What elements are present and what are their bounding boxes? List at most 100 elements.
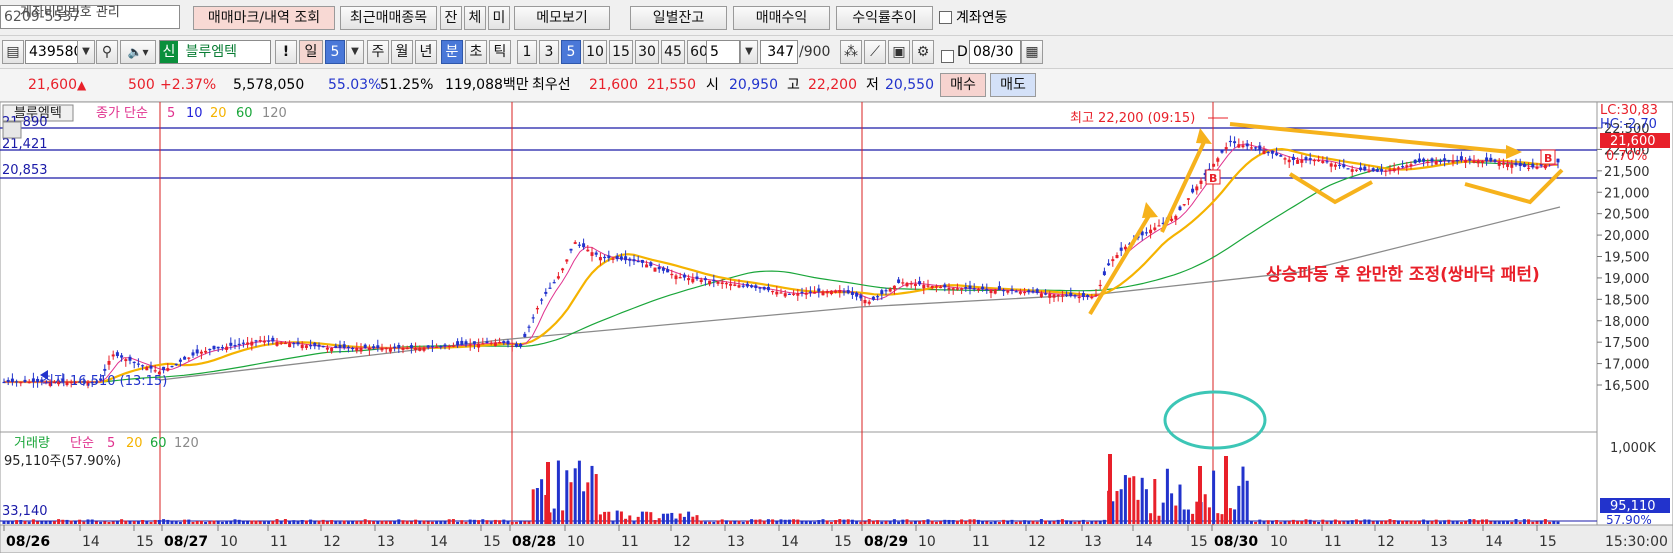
period-value[interactable]: 5 bbox=[325, 40, 345, 64]
period-year-button[interactable]: 년 bbox=[415, 40, 437, 64]
volume-bar bbox=[380, 520, 384, 524]
period-month-button[interactable]: 월 bbox=[391, 40, 413, 64]
bar-total: /900 bbox=[799, 44, 831, 60]
candle-body bbox=[720, 282, 724, 284]
calendar-icon[interactable]: ▦ bbox=[1021, 40, 1043, 64]
candle-body bbox=[1052, 294, 1056, 298]
volume-spike bbox=[1224, 456, 1228, 524]
candle-body bbox=[1228, 140, 1232, 143]
ma-period-label: 120 bbox=[262, 106, 287, 121]
candle-body bbox=[808, 291, 812, 293]
candle-body bbox=[1535, 166, 1539, 169]
candle-body bbox=[1468, 158, 1472, 161]
period-minute-button[interactable]: 분 bbox=[441, 40, 463, 64]
volume-bar bbox=[187, 519, 191, 524]
volume-bar bbox=[145, 520, 149, 524]
bar-count-field[interactable]: 347 bbox=[760, 40, 798, 64]
sound-dropdown-icon[interactable]: 🔈▾ bbox=[120, 40, 156, 64]
volume-bar bbox=[61, 519, 65, 524]
tools-icon[interactable]: ⁂ bbox=[840, 40, 862, 64]
volume-bar bbox=[1392, 520, 1396, 524]
candle-body bbox=[15, 381, 19, 383]
candle-body bbox=[1359, 167, 1363, 171]
volume-bar bbox=[157, 519, 161, 524]
volume-bar bbox=[359, 521, 363, 524]
period-day-button[interactable]: 일 bbox=[299, 40, 323, 64]
candle-body bbox=[178, 359, 182, 362]
volume-bar bbox=[556, 460, 560, 524]
daily-balance-button[interactable]: 일별잔고 bbox=[630, 6, 727, 30]
minute-button-15[interactable]: 15 bbox=[609, 40, 633, 64]
account-link-checkbox[interactable] bbox=[939, 11, 952, 24]
candle-body bbox=[682, 274, 686, 278]
tab-che[interactable]: 체 bbox=[464, 6, 486, 30]
candle-body bbox=[23, 379, 27, 382]
time-label: 13 bbox=[1084, 534, 1102, 550]
layout-icon[interactable]: ▤ bbox=[2, 40, 24, 64]
candle-body bbox=[594, 252, 598, 255]
password-manage-link[interactable]: 계좌비밀번호 관리 bbox=[20, 1, 120, 25]
period-tick-button[interactable]: 틱 bbox=[489, 40, 511, 64]
count-field[interactable]: 5 bbox=[706, 40, 740, 64]
sell-button[interactable]: 매도 bbox=[990, 73, 1036, 97]
tab-mi[interactable]: 미 bbox=[488, 6, 510, 30]
save-icon[interactable]: ▣ bbox=[888, 40, 910, 64]
memo-view-button[interactable]: 메모보기 bbox=[514, 6, 610, 30]
period-dropdown-icon[interactable]: ▼ bbox=[346, 40, 364, 64]
period-second-button[interactable]: 초 bbox=[465, 40, 487, 64]
minute-button-30[interactable]: 30 bbox=[635, 40, 659, 64]
candle-body bbox=[1312, 160, 1316, 162]
search-icon[interactable]: ⚲ bbox=[96, 40, 118, 64]
minute-button-3[interactable]: 3 bbox=[539, 40, 559, 64]
volume-bar bbox=[1426, 521, 1430, 524]
volume-bar bbox=[460, 520, 464, 524]
minute-button-1[interactable]: 1 bbox=[517, 40, 537, 64]
ma-period-label: 60 bbox=[236, 106, 253, 121]
volume-bar bbox=[838, 519, 842, 524]
draw-line-icon[interactable]: ⟋ bbox=[864, 40, 886, 64]
trade-profit-button[interactable]: 매매수익 bbox=[733, 6, 830, 30]
candle-body bbox=[1417, 158, 1421, 163]
candle-body bbox=[611, 258, 615, 260]
minute-button-45[interactable]: 45 bbox=[661, 40, 685, 64]
time-label: 12 bbox=[323, 534, 341, 550]
trade-mark-history-button[interactable]: 매매마크/내역 조회 bbox=[193, 6, 335, 30]
volume-bar bbox=[754, 519, 758, 524]
buy-button[interactable]: 매수 bbox=[940, 73, 986, 97]
volume-bar bbox=[1388, 519, 1392, 524]
candle-body bbox=[393, 346, 397, 348]
return-trend-button[interactable]: 수익률추이 bbox=[836, 6, 933, 30]
date-field[interactable]: 08/30 bbox=[969, 40, 1021, 64]
d-checkbox[interactable] bbox=[941, 50, 954, 63]
candle-body bbox=[527, 326, 531, 328]
candle-body bbox=[628, 258, 632, 261]
candle-body bbox=[250, 341, 254, 346]
volume-bar bbox=[334, 520, 338, 524]
candle-body bbox=[1304, 157, 1308, 160]
volume-bar bbox=[69, 520, 73, 524]
volume-bar bbox=[481, 519, 485, 524]
candlestick-chart[interactable]: 상승파동 후 완만한 조정(쌍바닥 패턴) B B 최고 22,200 (09:15)… bbox=[0, 102, 1673, 553]
volume-bar bbox=[527, 521, 531, 524]
candle-body bbox=[905, 282, 909, 287]
minute-button-5[interactable]: 5 bbox=[561, 40, 581, 64]
minute-button-10[interactable]: 10 bbox=[583, 40, 607, 64]
count-dropdown-icon[interactable]: ▼ bbox=[740, 40, 758, 64]
stock-name-field[interactable]: 신 블루엠텍 bbox=[159, 40, 271, 64]
volume-bar bbox=[871, 520, 875, 524]
volume-bar bbox=[216, 521, 220, 524]
recent-traded-items-button[interactable]: 최근매매종목 bbox=[340, 6, 437, 30]
volume-bar bbox=[86, 519, 90, 524]
volume-bar bbox=[720, 519, 724, 524]
warning-button[interactable]: ! bbox=[275, 40, 297, 64]
code-dropdown-icon[interactable]: ▼ bbox=[77, 40, 95, 64]
volume-bar bbox=[561, 510, 565, 524]
volume-bar bbox=[472, 519, 476, 524]
candle-body bbox=[1451, 160, 1455, 163]
gear-icon[interactable]: ⚙ bbox=[912, 40, 934, 64]
change-percent: +2.37% bbox=[160, 77, 217, 93]
candle-body bbox=[237, 343, 241, 346]
candle-body bbox=[569, 248, 573, 251]
tab-jan[interactable]: 잔 bbox=[440, 6, 462, 30]
period-week-button[interactable]: 주 bbox=[367, 40, 389, 64]
